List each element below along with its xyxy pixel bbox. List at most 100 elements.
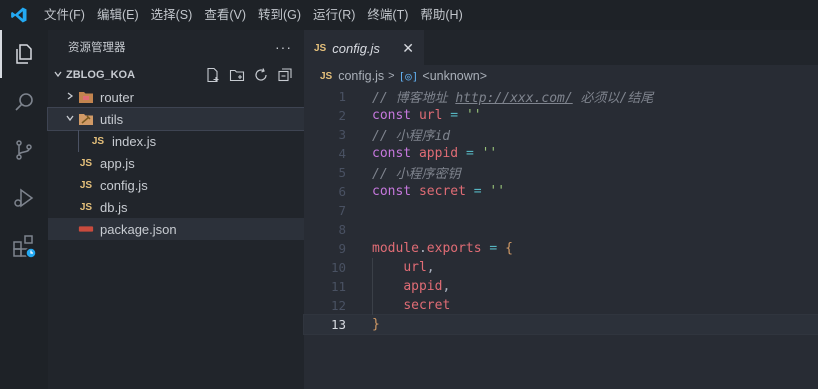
- code-editor[interactable]: 1 // 博客地址 http://xxx.com/ 必须以/结尾 2 const ur…: [303, 87, 818, 389]
- folder-icon: [78, 111, 94, 127]
- js-file-icon: JS: [91, 135, 105, 147]
- code-token: '': [481, 146, 498, 161]
- code-token: const: [372, 146, 412, 161]
- code-line[interactable]: 8: [304, 220, 818, 239]
- code-line[interactable]: 9 module.exports = {: [304, 239, 818, 258]
- menu-item-1[interactable]: 编辑(E): [91, 0, 145, 30]
- new-folder-icon[interactable]: [228, 66, 246, 84]
- tab-config-js[interactable]: JS config.js ✕: [304, 30, 424, 65]
- js-file-icon: JS: [79, 179, 93, 191]
- code-token: '': [489, 184, 506, 199]
- chevron-right-icon[interactable]: [62, 91, 78, 104]
- js-file-icon: JS: [320, 70, 333, 82]
- code-line[interactable]: 4 const appid = '': [304, 144, 818, 163]
- code-line[interactable]: 1 // 博客地址 http://xxx.com/ 必须以/结尾: [304, 87, 818, 106]
- code-token: =: [450, 108, 459, 123]
- code-line[interactable]: 5 // 小程序密钥: [304, 163, 818, 182]
- line-number: 6: [338, 184, 346, 199]
- menu-item-3[interactable]: 查看(V): [198, 0, 252, 30]
- line-number: 10: [330, 260, 346, 275]
- breadcrumb: JS config.js > [◎] <unknown>: [304, 65, 818, 87]
- code-line[interactable]: 10 url,: [304, 258, 818, 277]
- indent-guide: [372, 258, 373, 315]
- tree-item-package-json[interactable]: package.json: [48, 218, 304, 240]
- js-file-icon: JS: [79, 157, 93, 169]
- tab-label: config.js: [332, 40, 380, 56]
- code-line[interactable]: 11 appid,: [304, 277, 818, 296]
- source-control-icon[interactable]: [0, 126, 48, 174]
- code-line[interactable]: 3 // 小程序id: [304, 125, 818, 144]
- menu-items: 文件(F) 编辑(E) 选择(S) 查看(V) 转到(G) 运行(R) 终端(T) 帮助(H): [38, 0, 469, 30]
- menu-item-5[interactable]: 运行(R): [307, 0, 361, 30]
- code-token: secret: [418, 184, 466, 199]
- code-line[interactable]: 7: [304, 201, 818, 220]
- code-token: // 小程序id: [372, 129, 451, 144]
- code-line[interactable]: 6 const secret = '': [304, 182, 818, 201]
- line-number: 13: [330, 317, 346, 332]
- line-number: 2: [338, 108, 346, 123]
- tree-item-db-js[interactable]: JS db.js: [48, 196, 304, 218]
- code-line[interactable]: 2 const url = '': [304, 106, 818, 125]
- more-actions-icon[interactable]: ···: [275, 39, 292, 55]
- workspace-section-header[interactable]: ZBLOG_KOA: [48, 64, 304, 86]
- line-number: 4: [338, 146, 346, 161]
- run-debug-icon[interactable]: [0, 174, 48, 222]
- menu-item-2[interactable]: 选择(S): [145, 0, 199, 30]
- line-number: 3: [338, 127, 346, 142]
- file-tree: router utils JS index.js JS app.js JS config.js…: [47, 86, 305, 240]
- code-token: .: [418, 241, 427, 256]
- line-number: 8: [338, 222, 346, 237]
- menu-item-7[interactable]: 帮助(H): [414, 0, 468, 30]
- collapse-all-icon[interactable]: [276, 66, 294, 84]
- code-line[interactable]: 13}: [303, 314, 818, 335]
- breadcrumb-symbol[interactable]: <unknown>: [422, 69, 487, 83]
- code-token: exports: [426, 241, 482, 256]
- menu-item-4[interactable]: 转到(G): [252, 0, 307, 30]
- tree-item-label: index.js: [112, 133, 157, 149]
- extensions-icon[interactable]: [0, 222, 48, 270]
- code-token: appid: [403, 279, 443, 294]
- code-line[interactable]: 12 secret: [304, 296, 818, 315]
- tree-item-app-js[interactable]: JS app.js: [48, 152, 304, 174]
- tree-item-config-js[interactable]: JS config.js: [48, 174, 304, 196]
- menu-item-6[interactable]: 终端(T): [361, 0, 414, 30]
- code-token: 必须以/结尾: [572, 91, 654, 106]
- code-text: }: [372, 317, 380, 332]
- code-token: ,: [442, 279, 451, 294]
- close-icon[interactable]: ✕: [402, 40, 414, 57]
- line-number: 5: [338, 165, 346, 180]
- code-text: const appid = '': [372, 146, 497, 161]
- menu-item-0[interactable]: 文件(F): [38, 0, 91, 30]
- tree-item-label: router: [100, 89, 134, 105]
- code-text: const url = '': [372, 108, 482, 123]
- tree-item-utils[interactable]: utils: [47, 107, 305, 131]
- tree-item-label: package.json: [100, 221, 177, 237]
- chevron-down-icon[interactable]: [50, 69, 66, 82]
- workspace-title: ZBLOG_KOA: [66, 69, 136, 81]
- chevron-down-icon[interactable]: [62, 113, 78, 126]
- code-token: appid: [418, 146, 459, 161]
- new-file-icon[interactable]: [204, 66, 222, 84]
- code-token: const: [372, 108, 412, 123]
- activity-bar: [0, 30, 48, 389]
- js-file-icon: JS: [314, 42, 327, 54]
- tree-item-index-js[interactable]: JS index.js: [48, 130, 304, 152]
- search-icon[interactable]: [0, 78, 48, 126]
- refresh-icon[interactable]: [252, 66, 270, 84]
- line-number: 1: [338, 89, 346, 104]
- json-file-icon: [78, 221, 94, 237]
- code-token: secret: [403, 298, 451, 313]
- explorer-icon[interactable]: [0, 30, 48, 78]
- explorer-header: 资源管理器 ···: [48, 30, 304, 64]
- tree-item-router[interactable]: router: [48, 86, 304, 108]
- code-text: secret: [372, 298, 450, 313]
- code-token: const: [372, 184, 412, 199]
- breadcrumb-file[interactable]: config.js: [338, 69, 384, 83]
- vscode-logo-icon: [0, 0, 38, 30]
